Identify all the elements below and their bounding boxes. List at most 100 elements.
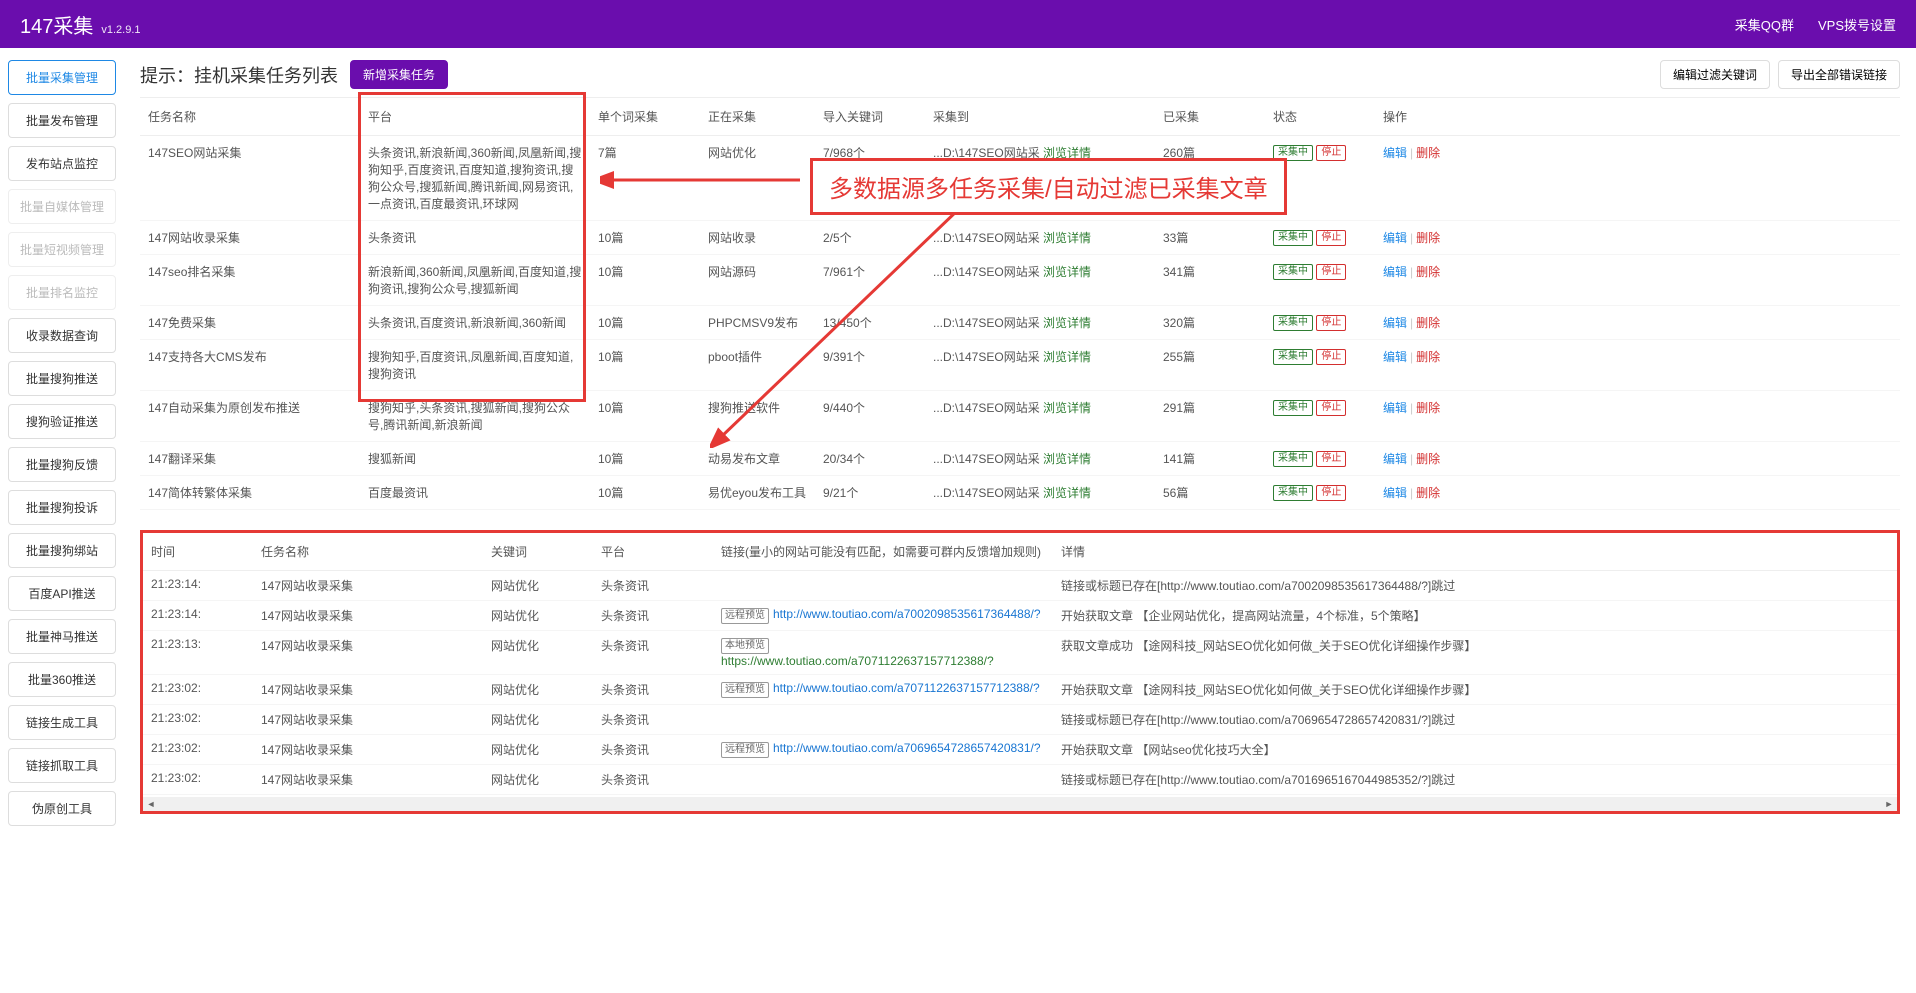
sidebar-item-15[interactable]: 链接生成工具 bbox=[8, 705, 116, 740]
browse-detail-link[interactable]: 浏览详情 bbox=[1043, 350, 1091, 364]
browse-detail-link[interactable]: 浏览详情 bbox=[1043, 316, 1091, 330]
task-collecting: 网站源码 bbox=[700, 255, 815, 306]
browse-detail-link[interactable]: 浏览详情 bbox=[1043, 146, 1091, 160]
header-link-qq[interactable]: 采集QQ群 bbox=[1735, 15, 1794, 34]
export-errors-button[interactable]: 导出全部错误链接 bbox=[1778, 60, 1900, 89]
delete-link[interactable]: 删除 bbox=[1416, 350, 1440, 364]
edit-link[interactable]: 编辑 bbox=[1383, 350, 1407, 364]
scroll-right-icon[interactable]: ► bbox=[1883, 798, 1895, 810]
task-imported: 20/34个 bbox=[815, 442, 925, 476]
stop-button[interactable]: 停止 bbox=[1316, 400, 1346, 416]
preview-tag[interactable]: 远程预览 bbox=[721, 608, 769, 624]
sidebar-item-2[interactable]: 发布站点监控 bbox=[8, 146, 116, 181]
log-task: 147网站收录采集 bbox=[253, 675, 483, 705]
sidebar-item-14[interactable]: 批量360推送 bbox=[8, 662, 116, 697]
status-badge: 采集中 bbox=[1273, 315, 1313, 331]
browse-detail-link[interactable]: 浏览详情 bbox=[1043, 265, 1091, 279]
stop-button[interactable]: 停止 bbox=[1316, 264, 1346, 280]
task-row: 147支持各大CMS发布搜狗知乎,百度资讯,凤凰新闻,百度知道,搜狗资讯10篇p… bbox=[140, 340, 1900, 391]
task-collect-to: ...D:\147SEO网站采 浏览详情 bbox=[925, 306, 1155, 340]
stop-button[interactable]: 停止 bbox=[1316, 451, 1346, 467]
add-task-button[interactable]: 新增采集任务 bbox=[350, 60, 448, 89]
task-imported: 9/440个 bbox=[815, 391, 925, 442]
stop-button[interactable]: 停止 bbox=[1316, 485, 1346, 501]
log-task: 147网站收录采集 bbox=[253, 631, 483, 675]
task-ops: 编辑|删除 bbox=[1375, 136, 1900, 221]
log-url[interactable]: http://www.toutiao.com/a7069654728657420… bbox=[773, 741, 1041, 755]
task-platform: 搜狐新闻 bbox=[360, 442, 590, 476]
log-platform: 头条资讯 bbox=[593, 705, 713, 735]
browse-detail-link[interactable]: 浏览详情 bbox=[1043, 452, 1091, 466]
stop-button[interactable]: 停止 bbox=[1316, 315, 1346, 331]
sidebar-item-0[interactable]: 批量采集管理 bbox=[8, 60, 116, 95]
browse-detail-link[interactable]: 浏览详情 bbox=[1043, 231, 1091, 245]
delete-link[interactable]: 删除 bbox=[1416, 401, 1440, 415]
task-single: 10篇 bbox=[590, 221, 700, 255]
task-imported: 7/968个 bbox=[815, 136, 925, 221]
sidebar-item-10[interactable]: 批量搜狗投诉 bbox=[8, 490, 116, 525]
log-link bbox=[713, 765, 1053, 795]
task-status: 采集中 停止 bbox=[1265, 255, 1375, 306]
delete-link[interactable]: 删除 bbox=[1416, 452, 1440, 466]
edit-link[interactable]: 编辑 bbox=[1383, 401, 1407, 415]
edit-link[interactable]: 编辑 bbox=[1383, 316, 1407, 330]
log-row: 21:23:14:147网站收录采集网站优化头条资讯链接或标题已存在[http:… bbox=[143, 571, 1897, 601]
task-row: 147免费采集头条资讯,百度资讯,新浪新闻,360新闻10篇PHPCMSV9发布… bbox=[140, 306, 1900, 340]
header-link-vps[interactable]: VPS拨号设置 bbox=[1818, 15, 1896, 34]
edit-link[interactable]: 编辑 bbox=[1383, 265, 1407, 279]
task-platform: 新浪新闻,360新闻,凤凰新闻,百度知道,搜狗资讯,搜狗公众号,搜狐新闻 bbox=[360, 255, 590, 306]
stop-button[interactable]: 停止 bbox=[1316, 349, 1346, 365]
log-table: 时间任务名称关键词平台链接(量小的网站可能没有匹配，如需要可群内反馈增加规则)详… bbox=[143, 533, 1897, 795]
stop-button[interactable]: 停止 bbox=[1316, 145, 1346, 161]
browse-detail-link[interactable]: 浏览详情 bbox=[1043, 401, 1091, 415]
sidebar-item-9[interactable]: 批量搜狗反馈 bbox=[8, 447, 116, 482]
sidebar-item-1[interactable]: 批量发布管理 bbox=[8, 103, 116, 138]
sidebar-item-6[interactable]: 收录数据查询 bbox=[8, 318, 116, 353]
scroll-left-icon[interactable]: ◄ bbox=[145, 798, 157, 810]
sidebar-item-5: 批量排名监控 bbox=[8, 275, 116, 310]
task-imported: 13/450个 bbox=[815, 306, 925, 340]
delete-link[interactable]: 删除 bbox=[1416, 486, 1440, 500]
stop-button[interactable]: 停止 bbox=[1316, 230, 1346, 246]
sidebar-item-11[interactable]: 批量搜狗绑站 bbox=[8, 533, 116, 568]
log-task: 147网站收录采集 bbox=[253, 735, 483, 765]
sidebar-item-13[interactable]: 批量神马推送 bbox=[8, 619, 116, 654]
sidebar-item-7[interactable]: 批量搜狗推送 bbox=[8, 361, 116, 396]
log-platform: 头条资讯 bbox=[593, 631, 713, 675]
log-url[interactable]: https://www.toutiao.com/a707112263715771… bbox=[721, 654, 994, 668]
edit-link[interactable]: 编辑 bbox=[1383, 452, 1407, 466]
task-collecting: 网站收录 bbox=[700, 221, 815, 255]
task-single: 10篇 bbox=[590, 306, 700, 340]
toolbar: 提示：挂机采集任务列表 新增采集任务 编辑过滤关键词 导出全部错误链接 bbox=[140, 60, 1900, 89]
log-keyword: 网站优化 bbox=[483, 675, 593, 705]
browse-detail-link[interactable]: 浏览详情 bbox=[1043, 486, 1091, 500]
sidebar-item-16[interactable]: 链接抓取工具 bbox=[8, 748, 116, 783]
edit-filter-button[interactable]: 编辑过滤关键词 bbox=[1660, 60, 1770, 89]
preview-tag[interactable]: 远程预览 bbox=[721, 742, 769, 758]
task-status: 采集中 停止 bbox=[1265, 136, 1375, 221]
task-status: 采集中 停止 bbox=[1265, 391, 1375, 442]
task-single: 7篇 bbox=[590, 136, 700, 221]
delete-link[interactable]: 删除 bbox=[1416, 231, 1440, 245]
delete-link[interactable]: 删除 bbox=[1416, 265, 1440, 279]
edit-link[interactable]: 编辑 bbox=[1383, 231, 1407, 245]
main-content: 提示：挂机采集任务列表 新增采集任务 编辑过滤关键词 导出全部错误链接 多数据源… bbox=[124, 48, 1916, 993]
edit-link[interactable]: 编辑 bbox=[1383, 146, 1407, 160]
delete-link[interactable]: 删除 bbox=[1416, 316, 1440, 330]
edit-link[interactable]: 编辑 bbox=[1383, 486, 1407, 500]
sidebar-item-17[interactable]: 伪原创工具 bbox=[8, 791, 116, 826]
horizontal-scrollbar[interactable]: ◄ ► bbox=[143, 797, 1897, 811]
log-row: 21:23:02:147网站收录采集网站优化头条资讯链接或标题已存在[http:… bbox=[143, 705, 1897, 735]
preview-tag[interactable]: 远程预览 bbox=[721, 682, 769, 698]
delete-link[interactable]: 删除 bbox=[1416, 146, 1440, 160]
task-platform: 搜狗知乎,百度资讯,凤凰新闻,百度知道,搜狗资讯 bbox=[360, 340, 590, 391]
sidebar-item-12[interactable]: 百度API推送 bbox=[8, 576, 116, 611]
log-url[interactable]: http://www.toutiao.com/a7071122637157712… bbox=[773, 681, 1040, 695]
log-detail: 链接或标题已存在[http://www.toutiao.com/a7002098… bbox=[1053, 571, 1897, 601]
preview-tag[interactable]: 本地预览 bbox=[721, 638, 769, 654]
sidebar-item-8[interactable]: 搜狗验证推送 bbox=[8, 404, 116, 439]
log-url[interactable]: http://www.toutiao.com/a7002098535617364… bbox=[773, 607, 1041, 621]
task-row: 147简体转繁体采集百度最资讯10篇易优eyou发布工具9/21个...D:\1… bbox=[140, 476, 1900, 510]
task-col-header: 操作 bbox=[1375, 98, 1900, 136]
log-time: 21:23:02: bbox=[143, 675, 253, 705]
